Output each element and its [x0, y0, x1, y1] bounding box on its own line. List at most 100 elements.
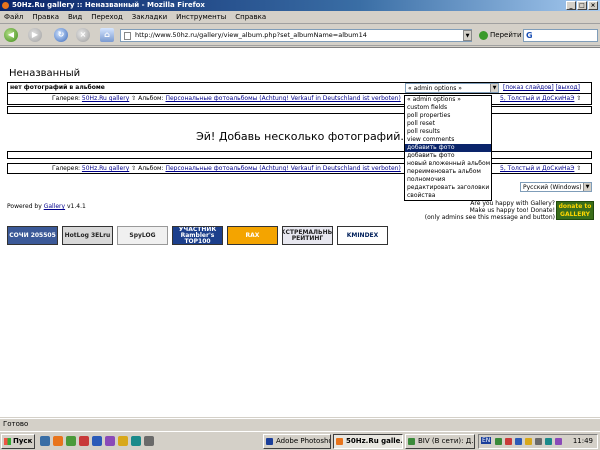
- admin-option[interactable]: view comments: [405, 136, 491, 144]
- speaker-icon[interactable]: [545, 438, 552, 445]
- quicklaunch-app-icon[interactable]: [118, 436, 128, 446]
- home-icon[interactable]: ⌂: [100, 28, 114, 42]
- menu-file[interactable]: Файл: [4, 13, 23, 21]
- admin-option[interactable]: custom fields: [405, 104, 491, 112]
- gallery-link[interactable]: Gallery: [44, 203, 65, 210]
- admin-option-selected[interactable]: добавить фото: [405, 144, 491, 152]
- maximize-button[interactable]: □: [577, 1, 587, 10]
- search-input[interactable]: G: [523, 29, 598, 42]
- menu-bookmarks[interactable]: Закладки: [132, 13, 167, 21]
- up-arrow-icon: ⇧: [576, 165, 582, 172]
- breadcrumb-album-link[interactable]: Персональные фотоальбомы (Achtung! Verka…: [165, 165, 400, 172]
- admin-option[interactable]: poll results: [405, 128, 491, 136]
- start-label: Пуск: [13, 437, 33, 445]
- admin-option[interactable]: полномочия: [405, 176, 491, 184]
- counter-rax[interactable]: RAX: [227, 226, 278, 245]
- slideshow-link[interactable]: [показ слайдов]: [503, 84, 554, 91]
- breadcrumb-end: 5, Толстый и ДоСкиНаЭ ⇧: [500, 164, 582, 173]
- quicklaunch-firefox-icon[interactable]: [53, 436, 63, 446]
- admin-option[interactable]: переименовать альбом: [405, 168, 491, 176]
- quicklaunch-app-icon[interactable]: [131, 436, 141, 446]
- task-biv[interactable]: BIV (В сети): Д...: [405, 434, 475, 449]
- admin-options-value: « admin options »: [408, 85, 462, 92]
- admin-option[interactable]: свойства: [405, 192, 491, 200]
- task-label: BIV (В сети): Д...: [418, 437, 475, 445]
- counter-hotlog[interactable]: HotLog 3ELru: [62, 226, 113, 245]
- breadcrumb-end-link[interactable]: 5, Толстый и ДоСкиНаЭ: [500, 95, 574, 102]
- admin-option[interactable]: добавить фото: [405, 152, 491, 160]
- admin-option[interactable]: « admin options »: [405, 96, 491, 104]
- counter-extreme[interactable]: ЭКСТРЕМАЛЬНЫЙ РЕЙТИНГ: [282, 226, 333, 245]
- quicklaunch-app-icon[interactable]: [92, 436, 102, 446]
- minimize-button[interactable]: _: [566, 1, 576, 10]
- page-content: Неназванный нет фотографий в альбоме « a…: [0, 47, 600, 417]
- breadcrumb-album-label: Альбом:: [138, 165, 164, 172]
- up-arrow-icon: ⇧: [576, 95, 582, 102]
- go-button[interactable]: Перейти: [478, 29, 522, 42]
- start-button[interactable]: Пуск: [1, 434, 35, 449]
- tray-icon[interactable]: [525, 438, 532, 445]
- donate-line-1: Are you happy with Gallery?: [470, 200, 555, 207]
- tray-icon[interactable]: [535, 438, 542, 445]
- tray-icon[interactable]: [555, 438, 562, 445]
- tray-icon[interactable]: [495, 438, 502, 445]
- chevron-down-icon: ▼: [490, 84, 498, 92]
- page-title: Неназванный: [9, 68, 81, 79]
- admin-options-select[interactable]: « admin options » ▼: [405, 83, 499, 93]
- quicklaunch-app-icon[interactable]: [79, 436, 89, 446]
- counter-rambler[interactable]: УЧАСТНИК Rambler's TOP100: [172, 226, 223, 245]
- counter-kmindex[interactable]: KMINDEX: [337, 226, 388, 245]
- page-icon: [124, 32, 131, 40]
- navigation-toolbar: ◀ ▶ ↻ × ⌂ http://www.50hz.ru/gallery/vie…: [0, 24, 600, 46]
- breadcrumb-gallery-label: Галерея:: [52, 165, 80, 172]
- admin-option[interactable]: новый вложенный альбом: [405, 160, 491, 168]
- counter-sochi[interactable]: СОЧИ 205505: [7, 226, 58, 245]
- counter-badges: СОЧИ 205505 HotLog 3ELru SpyLOG УЧАСТНИК…: [7, 226, 388, 245]
- powered-by: Powered by Gallery v1.4.1: [7, 203, 86, 210]
- admin-option[interactable]: poll properties: [405, 112, 491, 120]
- tray-icon[interactable]: [515, 438, 522, 445]
- menu-view[interactable]: Вид: [68, 13, 82, 21]
- task-firefox[interactable]: 50Hz.Ru galle...: [333, 434, 403, 449]
- tray-icon[interactable]: [505, 438, 512, 445]
- powered-by-label: Powered by: [7, 203, 42, 210]
- menu-help[interactable]: Справка: [235, 13, 266, 21]
- window-titlebar: 50Hz.Ru gallery :: Неназванный - Mozilla…: [0, 0, 600, 11]
- task-photoshop[interactable]: Adobe Photoshop: [263, 434, 331, 449]
- admin-option[interactable]: poll reset: [405, 120, 491, 128]
- close-button[interactable]: ×: [588, 1, 598, 10]
- menu-go[interactable]: Переход: [91, 13, 123, 21]
- back-arrow-icon[interactable]: ◀: [4, 28, 18, 42]
- menu-edit[interactable]: Правка: [32, 13, 59, 21]
- breadcrumb-end-link[interactable]: 5, Толстый и ДоСкиНаЭ: [500, 165, 574, 172]
- system-tray: EN 11:49: [478, 434, 598, 449]
- counter-spylog[interactable]: SpyLOG: [117, 226, 168, 245]
- chevron-down-icon: ▼: [583, 183, 591, 191]
- header-divider-bar: [7, 106, 592, 114]
- language-select[interactable]: Русский (Windows) ▼: [520, 182, 592, 192]
- language-indicator[interactable]: EN: [481, 437, 492, 444]
- breadcrumb-gallery-link[interactable]: 50Hz.Ru gallery: [82, 165, 129, 172]
- address-dropdown-icon[interactable]: ▼: [463, 30, 472, 41]
- quicklaunch-app-icon[interactable]: [144, 436, 154, 446]
- forward-arrow-icon[interactable]: ▶: [28, 28, 42, 42]
- firefox-icon: [2, 2, 9, 9]
- admin-option[interactable]: редактировать заголовки: [405, 184, 491, 192]
- donate-button[interactable]: donate to GALLERY: [556, 201, 594, 220]
- status-bar: Готово: [0, 418, 600, 429]
- status-text: Готово: [3, 420, 29, 428]
- reload-icon[interactable]: ↻: [54, 28, 68, 42]
- logout-link[interactable]: [выход]: [556, 84, 580, 91]
- menu-tools[interactable]: Инструменты: [176, 13, 226, 21]
- quicklaunch-app-icon[interactable]: [105, 436, 115, 446]
- up-arrow-icon: ⇧: [131, 95, 137, 102]
- go-arrow-icon: [479, 31, 488, 40]
- quicklaunch-app-icon[interactable]: [66, 436, 76, 446]
- clock: 11:49: [572, 437, 593, 445]
- breadcrumb-gallery-link[interactable]: 50Hz.Ru gallery: [82, 95, 129, 102]
- address-bar[interactable]: http://www.50hz.ru/gallery/view_album.ph…: [120, 29, 472, 42]
- album-header-bar: нет фотографий в альбоме « admin options…: [7, 82, 592, 94]
- stop-icon[interactable]: ×: [76, 28, 90, 42]
- breadcrumb-album-link[interactable]: Персональные фотоальбомы (Achtung! Verka…: [165, 95, 400, 102]
- quicklaunch-desktop-icon[interactable]: [40, 436, 50, 446]
